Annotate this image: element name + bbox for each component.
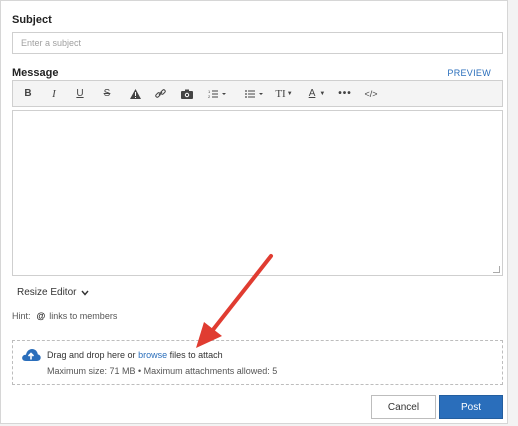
hint-prefix: Hint:: [12, 311, 31, 321]
text-color-label: A: [308, 88, 316, 99]
subject-label: Subject: [12, 14, 52, 26]
at-icon: @: [36, 311, 46, 321]
attach-limits: Maximum size: 71 MB • Maximum attachment…: [47, 366, 278, 376]
text-size-label: TI: [275, 87, 286, 100]
cloud-upload-icon: [22, 349, 41, 361]
resize-grip-icon[interactable]: [493, 266, 500, 273]
preview-link[interactable]: PREVIEW: [447, 68, 491, 78]
chevron-down-icon: ▼: [319, 90, 326, 97]
cancel-button[interactable]: Cancel: [371, 395, 436, 419]
subject-input[interactable]: [12, 32, 503, 54]
svg-text:2: 2: [208, 94, 211, 99]
underline-button[interactable]: U: [71, 81, 89, 106]
resize-editor-toggle[interactable]: Resize Editor: [17, 287, 90, 298]
message-editor[interactable]: [12, 110, 503, 276]
link-button[interactable]: [151, 81, 169, 106]
ordered-list-button[interactable]: 12: [203, 81, 233, 106]
italic-button[interactable]: I: [45, 81, 63, 106]
code-button[interactable]: </>: [361, 81, 381, 106]
more-options-button[interactable]: •••: [337, 81, 353, 106]
post-button[interactable]: Post: [439, 395, 503, 419]
resize-editor-label: Resize Editor: [17, 287, 77, 298]
attachment-dropzone[interactable]: Drag and drop here or browse files to at…: [12, 340, 503, 385]
bulleted-list-icon: [245, 89, 263, 98]
link-icon: [154, 89, 166, 98]
camera-icon: [181, 89, 193, 99]
hint-suffix: links to members: [49, 311, 118, 321]
ordered-list-icon: 12: [208, 89, 226, 99]
chevron-down-icon: ▼: [286, 90, 293, 97]
message-label: Message: [12, 67, 59, 79]
post-form: Subject Message PREVIEW B I U S 12 TI ▼ …: [0, 0, 508, 424]
spoiler-button[interactable]: [126, 81, 144, 106]
bold-button[interactable]: B: [19, 81, 37, 106]
ellipsis-icon: •••: [338, 88, 352, 99]
bulleted-list-button[interactable]: [240, 81, 270, 106]
attach-text-before: Drag and drop here or: [47, 350, 136, 360]
browse-link[interactable]: browse: [138, 350, 167, 360]
attach-instructions: Drag and drop here or browse files to at…: [47, 350, 223, 360]
image-button[interactable]: [177, 81, 197, 106]
text-color-button[interactable]: A ▼: [304, 81, 330, 106]
hint-text: Hint: @ links to members: [12, 311, 117, 321]
warning-icon: [129, 88, 141, 99]
text-size-button[interactable]: TI ▼: [273, 81, 295, 106]
strikethrough-button[interactable]: S: [98, 81, 116, 106]
attach-text-after: files to attach: [169, 350, 223, 360]
chevron-down-icon: [81, 290, 90, 296]
editor-toolbar: B I U S 12 TI ▼ A ▼ ••• </>: [12, 80, 503, 107]
